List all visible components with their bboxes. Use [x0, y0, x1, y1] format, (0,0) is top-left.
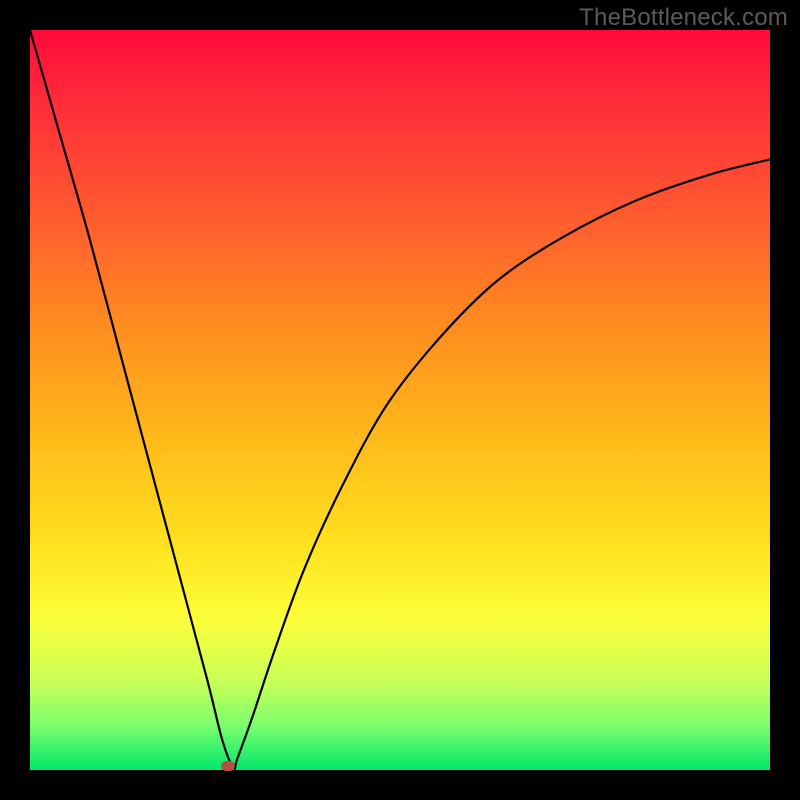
bottleneck-curve	[30, 30, 770, 769]
optimum-marker	[221, 761, 235, 771]
chart-svg	[30, 30, 770, 770]
chart-plot-area	[30, 30, 770, 770]
watermark-text: TheBottleneck.com	[579, 4, 788, 32]
